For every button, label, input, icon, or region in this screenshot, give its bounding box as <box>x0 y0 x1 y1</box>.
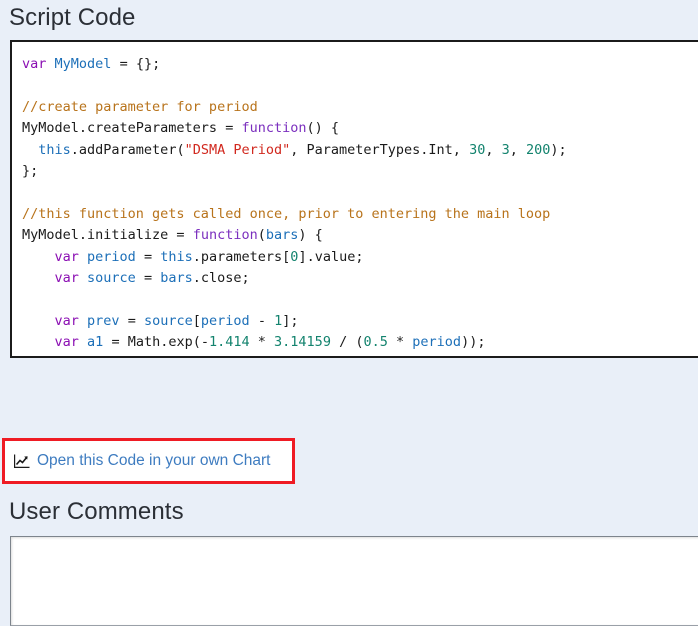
open-chart-link-highlight: Open this Code in your own Chart <box>2 438 295 484</box>
chart-line-icon <box>13 454 30 469</box>
script-code-heading: Script Code <box>9 4 136 31</box>
open-chart-link[interactable]: Open this Code in your own Chart <box>13 452 271 470</box>
open-chart-link-label: Open this Code in your own Chart <box>37 452 271 469</box>
user-comment-textarea[interactable] <box>10 536 698 626</box>
script-code-block[interactable]: var MyModel = {}; //create parameter for… <box>10 40 698 358</box>
user-comments-heading: User Comments <box>9 498 184 525</box>
script-code-page: Script Code var MyModel = {}; //create p… <box>0 0 698 626</box>
code-content: var MyModel = {}; //create parameter for… <box>22 56 567 351</box>
